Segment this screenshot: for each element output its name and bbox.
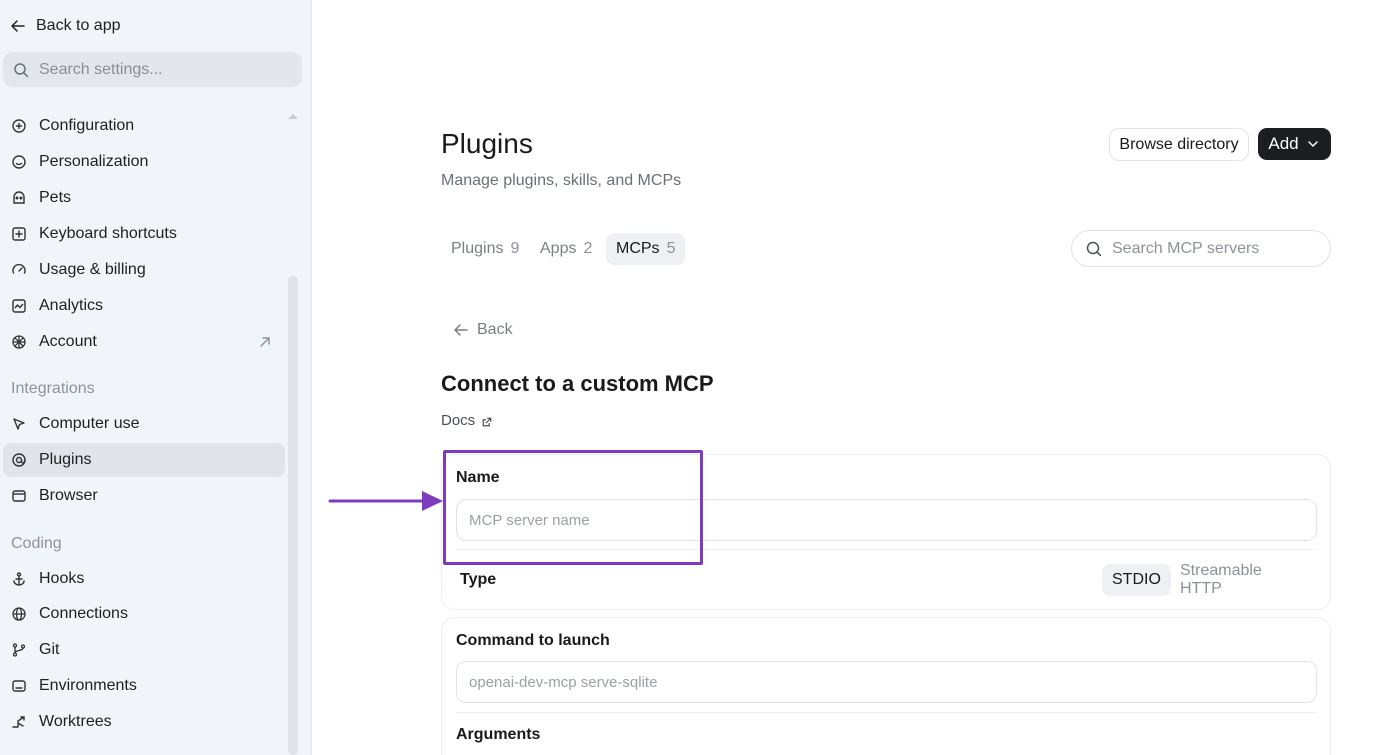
tab-count: 5 [666,240,676,257]
sidebar-item-configuration[interactable]: Configuration [3,109,285,143]
tab-label: Apps [540,240,577,257]
sidebar-item-pets[interactable]: Pets [3,181,285,215]
tab-label: MCPs [616,240,660,257]
sidebar-item-label: Hooks [39,570,85,587]
add-button-label: Add [1268,134,1299,153]
sidebar-item-analytics[interactable]: Analytics [3,289,285,323]
add-button[interactable]: Add [1258,128,1331,160]
name-type-card: Name Type STDIO Streamable HTTP [441,454,1331,610]
keyboard-icon [11,226,27,242]
mcp-name-input[interactable] [456,499,1317,541]
sidebar-item-label: Browser [39,487,98,504]
command-card: Command to launch Arguments [441,617,1331,755]
page-title: Plugins [441,128,533,159]
tab-label: Plugins [451,240,504,257]
section-label-coding: Coding [11,535,62,552]
arguments-label: Arguments [456,726,541,743]
main-content: Plugins Manage plugins, skills, and MCPs… [313,0,1400,755]
arrow-left-icon [453,322,469,338]
sidebar-item-label: Git [39,641,60,658]
divider [456,549,1317,550]
configuration-icon [11,118,27,134]
account-icon [11,334,27,350]
settings-sidebar: Back to app Configuration Personalizatio… [0,0,312,755]
external-link-icon [481,414,493,427]
back-label: Back [477,321,513,338]
sidebar-item-hooks[interactable]: Hooks [3,562,285,596]
plugin-icon [11,452,27,468]
tab-apps[interactable]: Apps 2 [530,233,602,265]
back-to-app-label: Back to app [36,17,121,34]
search-mcp-input[interactable] [1112,239,1312,258]
tab-count: 9 [510,240,520,257]
git-branch-icon [11,642,27,658]
tab-count: 2 [583,240,593,257]
back-to-app-link[interactable]: Back to app [10,12,121,40]
page-subtitle: Manage plugins, skills, and MCPs [441,172,682,189]
docs-label: Docs [441,411,476,429]
search-mcp-box[interactable] [1071,230,1331,267]
type-label: Type [460,571,497,588]
sidebar-item-browser[interactable]: Browser [3,479,285,513]
arrow-left-icon [10,18,26,34]
sidebar-item-label: Pets [39,189,72,206]
command-input[interactable] [456,661,1317,703]
tab-plugins[interactable]: Plugins 9 [441,233,529,265]
search-icon [13,62,29,78]
globe-icon [11,606,27,622]
sidebar-item-label: Computer use [39,415,140,432]
cursor-icon [11,416,27,432]
docs-link[interactable]: Docs [441,410,493,430]
worktree-icon [11,714,27,730]
personalization-icon [11,154,27,170]
sidebar-scrollbar[interactable] [288,276,298,755]
sidebar-item-connections[interactable]: Connections [3,597,285,631]
external-link-icon [257,334,273,350]
sidebar-item-label: Account [39,333,97,350]
browse-directory-button[interactable]: Browse directory [1109,128,1249,161]
sidebar-item-computer-use[interactable]: Computer use [3,407,285,441]
hook-icon [11,571,27,587]
sidebar-item-plugins[interactable]: Plugins [3,443,285,477]
pets-icon [11,190,27,206]
sidebar-item-label: Keyboard shortcuts [39,225,177,242]
sidebar-item-label: Connections [39,605,128,622]
sidebar-item-label: Worktrees [39,713,112,730]
type-option-streamable-http[interactable]: Streamable HTTP [1170,562,1317,597]
sidebar-item-worktrees[interactable]: Worktrees [3,705,285,739]
command-label: Command to launch [456,632,610,649]
sidebar-item-keyboard-shortcuts[interactable]: Keyboard shortcuts [3,217,285,251]
connect-custom-mcp-title: Connect to a custom MCP [441,371,714,396]
search-settings-input[interactable] [39,60,279,79]
tab-mcps[interactable]: MCPs 5 [606,233,686,265]
search-icon [1086,241,1102,257]
sidebar-item-usage-billing[interactable]: Usage & billing [3,253,285,287]
sidebar-item-git[interactable]: Git [3,633,285,667]
environment-icon [11,678,27,694]
type-option-stdio[interactable]: STDIO [1102,564,1171,596]
sidebar-item-label: Configuration [39,117,135,134]
browser-icon [11,488,27,504]
analytics-icon [11,298,27,314]
annotation-arrow-icon [328,491,443,511]
type-segmented-control: STDIO Streamable HTTP [1102,562,1317,597]
gauge-icon [11,262,27,278]
section-label-integrations: Integrations [11,380,95,397]
sidebar-item-label: Plugins [39,451,92,468]
sidebar-item-environments[interactable]: Environments [3,669,285,703]
sidebar-item-label: Personalization [39,153,149,170]
chevron-down-icon [1305,136,1321,152]
search-settings-box[interactable] [3,52,302,87]
scroll-up-arrow[interactable] [287,108,299,119]
sidebar-item-label: Environments [39,677,137,694]
sidebar-item-account[interactable]: Account [3,325,285,359]
back-link[interactable]: Back [453,318,513,342]
sidebar-item-personalization[interactable]: Personalization [3,145,285,179]
sidebar-item-label: Usage & billing [39,261,146,278]
sidebar-item-label: Analytics [39,297,104,314]
divider [456,712,1317,713]
name-label: Name [456,469,500,486]
